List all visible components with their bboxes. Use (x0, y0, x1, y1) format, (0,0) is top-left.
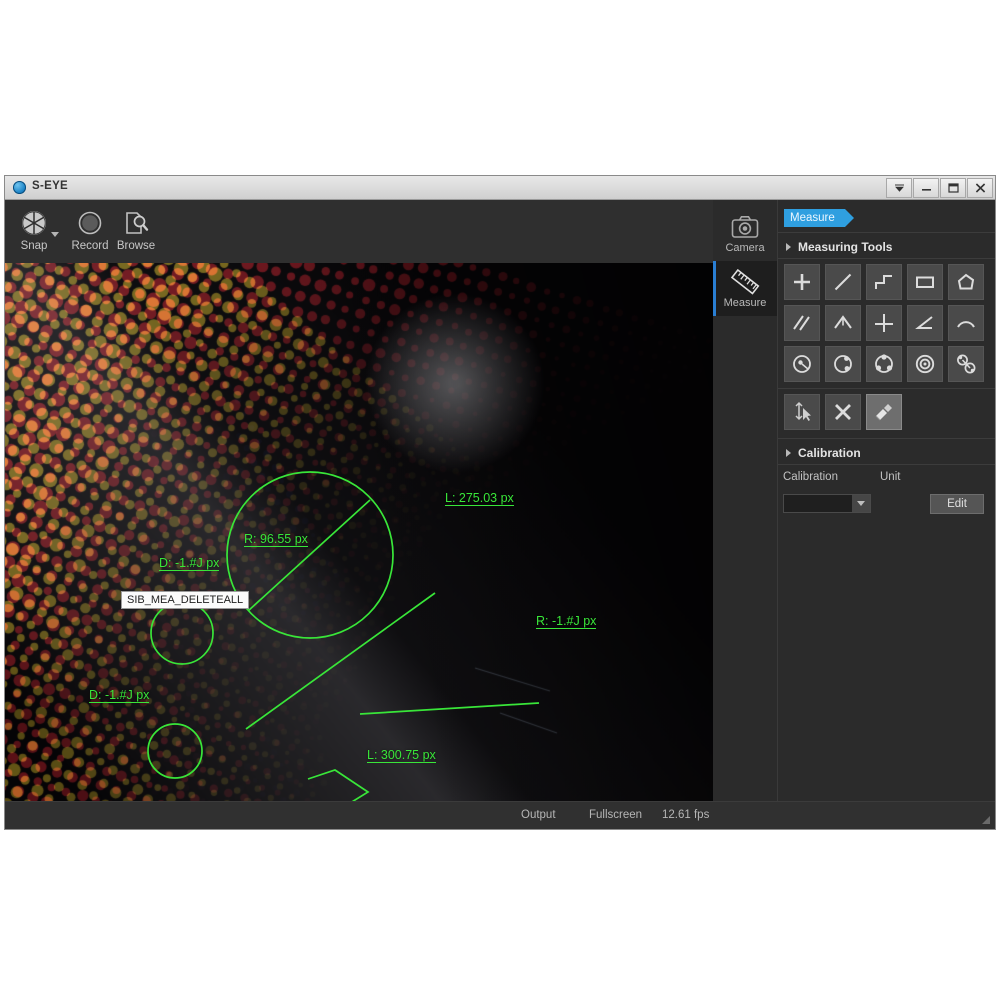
unit-field-label: Unit (880, 471, 901, 483)
breadcrumb: Measure (778, 208, 995, 228)
chevron-down-icon[interactable] (51, 232, 59, 237)
diameter-label-2: D: -1.#J px (89, 688, 150, 703)
angle-tool[interactable] (907, 305, 943, 341)
section-header-measuring-tools[interactable]: Measuring Tools (778, 236, 995, 258)
vertical-distance-tool[interactable] (825, 305, 861, 341)
edit-button[interactable]: Edit (930, 494, 984, 514)
snap-label: Snap (20, 240, 48, 252)
sidebar-item-camera-label: Camera (725, 242, 765, 254)
diameter-label-1: D: -1.#J px (159, 556, 220, 571)
polygon-tool[interactable] (948, 264, 984, 300)
breadcrumb-measure[interactable]: Measure (784, 209, 854, 227)
circle-three-point-tool[interactable] (866, 346, 902, 382)
section-title-calibration: Calibration (798, 446, 861, 460)
section-header-calibration[interactable]: Calibration (778, 442, 995, 464)
perpendicular-tool[interactable] (866, 305, 902, 341)
browse-label: Browse (116, 240, 156, 252)
chevron-right-icon (786, 243, 791, 251)
chevron-right-icon-calibration (786, 449, 791, 457)
parallel-lines-tool[interactable] (784, 305, 820, 341)
chevron-down-icon-calibration[interactable] (852, 495, 870, 512)
ruler-icon (730, 268, 760, 296)
sidebar-item-measure-label: Measure (723, 297, 767, 309)
window-controls (885, 178, 993, 198)
polyline-tool[interactable] (866, 264, 902, 300)
delete-tool[interactable] (825, 394, 861, 430)
delete-all-tool[interactable] (866, 394, 902, 430)
browse-button[interactable]: Browse (109, 206, 163, 252)
calibration-field-label: Calibration (783, 471, 838, 483)
snap-button[interactable]: Snap (7, 206, 61, 252)
side-tab-strip: Camera Measure (713, 200, 777, 801)
main-toolbar: Snap Record Browse (5, 200, 713, 263)
radius-label-2: R: -1.#J px (536, 614, 597, 629)
point-tool[interactable] (784, 264, 820, 300)
camera-icon (731, 213, 759, 241)
maximize-button[interactable] (940, 178, 966, 198)
line-tool[interactable] (825, 264, 861, 300)
status-bar: Output Fullscreen 12.61 fps (5, 801, 995, 829)
browse-folder-icon (109, 206, 163, 239)
status-output[interactable]: Output (521, 809, 556, 821)
circle-two-point-tool[interactable] (825, 346, 861, 382)
rectangle-tool[interactable] (907, 264, 943, 300)
sidebar-item-camera[interactable]: Camera (713, 206, 777, 261)
status-fps: 12.61 fps (662, 809, 710, 821)
window-title: S-EYE (32, 180, 69, 192)
move-tool[interactable] (784, 394, 820, 430)
arc-tool[interactable] (948, 305, 984, 341)
app-circle-icon (13, 181, 26, 194)
dropdown-button[interactable] (886, 178, 912, 198)
title-bar: S-EYE (5, 176, 995, 200)
length-label-1: L: 275.03 px (445, 491, 514, 506)
image-viewport[interactable]: R: 96.55 px D: -1.#J px L: 275.03 px R: … (5, 263, 713, 801)
two-circle-tool[interactable] (948, 346, 984, 382)
measuring-tools-grid (784, 264, 990, 382)
measuring-actions-grid (784, 394, 914, 430)
resize-grip-icon[interactable] (980, 814, 991, 825)
circle-radius-tool[interactable] (784, 346, 820, 382)
concentric-circle-tool[interactable] (907, 346, 943, 382)
application-window: S-EYE Snap Record Browse R: 96.55 px D: … (4, 175, 996, 830)
status-fullscreen[interactable]: Fullscreen (589, 809, 642, 821)
section-title-measuring-tools: Measuring Tools (798, 240, 893, 254)
sidebar-item-measure[interactable]: Measure (713, 261, 777, 316)
length-label-2: L: 300.75 px (367, 748, 436, 763)
radius-label-1: R: 96.55 px (244, 532, 308, 547)
close-button[interactable] (967, 178, 993, 198)
measurement-overlay (147, 471, 540, 801)
minimize-button[interactable] (913, 178, 939, 198)
calibration-select[interactable] (783, 494, 871, 513)
tooltip: SIB_MEA_DELETEALL (121, 591, 250, 609)
